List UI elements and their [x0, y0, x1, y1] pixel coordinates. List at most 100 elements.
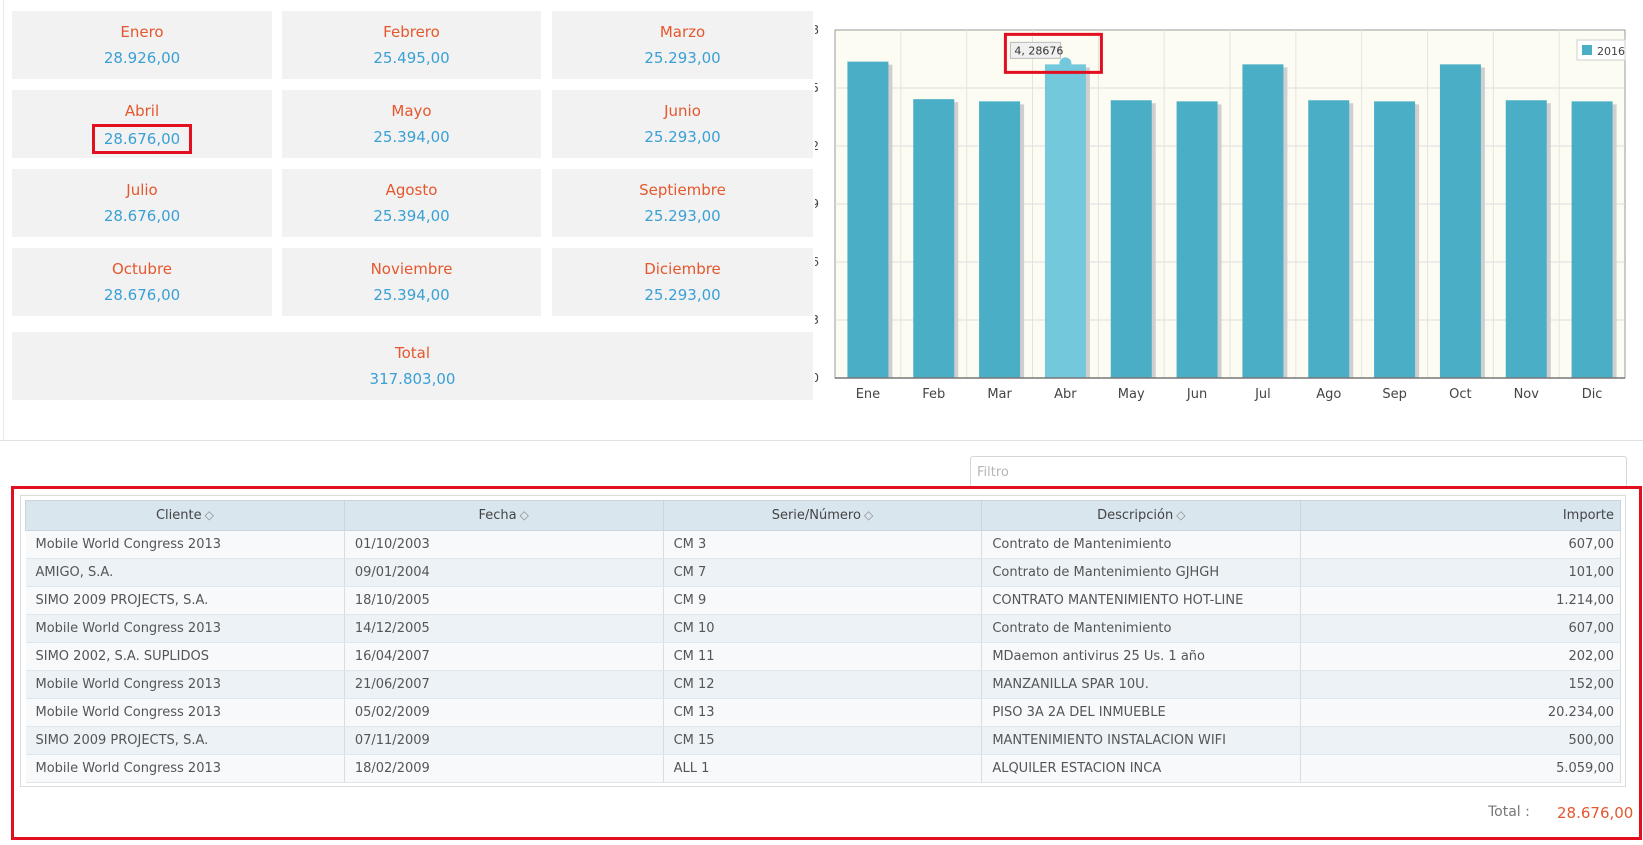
cell-cliente: Mobile World Congress 2013 — [25, 530, 345, 559]
x-tick-label: Sep — [1382, 387, 1407, 402]
bar-nov[interactable] — [1505, 100, 1547, 378]
table-row[interactable]: SIMO 2002, S.A. SUPLIDOS 16/04/2007 CM 11 M… — [25, 642, 1621, 671]
total-label: Total — [394, 344, 431, 362]
bar-ago[interactable] — [1308, 100, 1350, 378]
cell-cliente: SIMO 2002, S.A. SUPLIDOS — [25, 642, 345, 671]
table-row[interactable]: SIMO 2009 PROJECTS, S.A. 18/10/2005 CM 9 CO… — [25, 586, 1621, 615]
cell-descripcion: Contrato de Mantenimiento GJHGH — [981, 558, 1302, 587]
table-row[interactable]: SIMO 2009 PROJECTS, S.A. 07/11/2009 CM 15 M… — [25, 726, 1621, 755]
month-card-marzo: Marzo 25.293,00 — [552, 11, 813, 79]
column-header-serie[interactable]: Serie/Número ◇ — [662, 500, 983, 531]
month-value: 25.394,00 — [373, 286, 450, 304]
cell-descripcion: ALQUILER ESTACION INCA — [981, 754, 1302, 783]
cell-descripcion: Contrato de Mantenimiento — [981, 530, 1302, 559]
cell-serie: CM 15 — [663, 726, 983, 755]
month-label: Agosto — [385, 181, 438, 199]
table-row[interactable]: Mobile World Congress 2013 14/12/2005 CM 1… — [25, 614, 1621, 643]
bar-jul[interactable] — [1242, 64, 1284, 379]
invoice-table: Cliente ◇ Fecha ◇ Serie/Número ◇ Descripció… — [25, 500, 1621, 783]
cell-serie: CM 11 — [663, 642, 983, 671]
table-row[interactable]: Mobile World Congress 2013 21/06/2007 CM 1… — [25, 670, 1621, 699]
table-row[interactable]: AMIGO, S.A. 09/01/2004 CM 7 Contrato de Man… — [25, 558, 1621, 587]
column-header-fecha[interactable]: Fecha ◇ — [343, 500, 664, 531]
x-tick-label: Oct — [1449, 387, 1471, 402]
column-label: Importe — [1562, 508, 1614, 523]
sort-icon[interactable]: ◇ — [864, 508, 873, 522]
highlight-point — [1059, 57, 1072, 70]
bar-mar[interactable] — [979, 101, 1021, 378]
month-value: 28.676,00 — [92, 124, 192, 154]
bar-ene[interactable] — [847, 61, 889, 378]
x-tick-label: Abr — [1054, 387, 1077, 402]
cell-cliente: Mobile World Congress 2013 — [25, 698, 345, 727]
bar-oct[interactable] — [1439, 64, 1481, 379]
bar-feb[interactable] — [913, 99, 955, 379]
month-card-diciembre: Diciembre 25.293,00 — [552, 248, 813, 316]
column-label: Descripción — [1097, 508, 1174, 523]
cell-cliente: SIMO 2009 PROJECTS, S.A. — [25, 586, 345, 615]
column-header-descripcion[interactable]: Descripción ◇ — [981, 500, 1302, 531]
month-card-abril: Abril 28.676,00 — [12, 90, 272, 158]
bar-jun[interactable] — [1176, 101, 1218, 378]
table-row[interactable]: Mobile World Congress 2013 05/02/2009 CM 1… — [25, 698, 1621, 727]
cell-serie: CM 7 — [663, 558, 983, 587]
cell-serie: CM 13 — [663, 698, 983, 727]
y-tick-label: 0 — [815, 371, 819, 385]
sort-icon[interactable]: ◇ — [1176, 508, 1185, 522]
x-tick-label: May — [1118, 387, 1145, 402]
cell-fecha: 05/02/2009 — [344, 698, 664, 727]
cell-fecha: 18/10/2005 — [344, 586, 664, 615]
x-tick-label: Jun — [1186, 387, 1207, 402]
x-tick-label: Jul — [1254, 387, 1271, 402]
left-border — [3, 0, 4, 440]
month-value: 25.293,00 — [644, 128, 721, 146]
bar-dic[interactable] — [1571, 101, 1613, 378]
cell-cliente: Mobile World Congress 2013 — [25, 670, 345, 699]
tooltip-text: 4, 28676 — [1014, 44, 1063, 57]
y-tick-label: 31818 — [815, 23, 819, 37]
bar-abr[interactable] — [1044, 64, 1086, 379]
legend-label: 2016 — [1597, 45, 1625, 58]
y-tick-label: 15909 — [815, 197, 819, 211]
sort-icon[interactable]: ◇ — [205, 508, 214, 522]
filter-input[interactable] — [970, 456, 1627, 488]
month-label: Septiembre — [639, 181, 726, 199]
cell-descripcion: MDaemon antivirus 25 Us. 1 año — [981, 642, 1302, 671]
cell-fecha: 14/12/2005 — [344, 614, 664, 643]
cell-serie: CM 12 — [663, 670, 983, 699]
table-total-value: 28.676,00 — [1557, 804, 1634, 822]
table-header-row: Cliente ◇ Fecha ◇ Serie/Número ◇ Descripció… — [25, 500, 1621, 531]
monthly-bar-chart[interactable]: 31818 26515 21212 15909 10606 5303 0 Ene Feb Mar A… — [781, 20, 1640, 420]
cell-fecha: 01/10/2003 — [344, 530, 664, 559]
column-label: Serie/Número — [771, 508, 861, 523]
cell-serie: CM 10 — [663, 614, 983, 643]
column-header-importe[interactable]: Importe — [1300, 500, 1621, 531]
bar-may[interactable] — [1110, 100, 1152, 378]
x-tick-label: Nov — [1514, 387, 1540, 402]
cell-cliente: AMIGO, S.A. — [25, 558, 345, 587]
table-row[interactable]: Mobile World Congress 2013 01/10/2003 CM 3… — [25, 530, 1621, 559]
month-label: Abril — [124, 102, 160, 120]
cell-importe: 101,00 — [1300, 558, 1621, 587]
month-value: 25.293,00 — [644, 286, 721, 304]
y-tick-label: 26515 — [815, 81, 819, 95]
month-card-agosto: Agosto 25.394,00 — [282, 169, 541, 237]
month-value: 25.394,00 — [373, 207, 450, 225]
month-card-octubre: Octubre 28.676,00 — [12, 248, 272, 316]
cell-importe: 607,00 — [1300, 614, 1621, 643]
x-tick-label: Mar — [987, 387, 1012, 402]
column-header-cliente[interactable]: Cliente ◇ — [25, 500, 345, 531]
sort-icon[interactable]: ◇ — [520, 508, 529, 522]
cell-fecha: 16/04/2007 — [344, 642, 664, 671]
cell-fecha: 18/02/2009 — [344, 754, 664, 783]
bar-sep[interactable] — [1374, 101, 1416, 378]
table-row[interactable]: Mobile World Congress 2013 18/02/2009 ALL … — [25, 754, 1621, 783]
cell-cliente: Mobile World Congress 2013 — [25, 754, 345, 783]
cell-importe: 500,00 — [1300, 726, 1621, 755]
cell-descripcion: PISO 3A 2A DEL INMUEBLE — [981, 698, 1302, 727]
month-value: 28.926,00 — [103, 49, 181, 67]
x-tick-label: Dic — [1582, 387, 1603, 402]
cell-serie: CM 3 — [663, 530, 983, 559]
cell-importe: 20.234,00 — [1300, 698, 1621, 727]
month-value: 25.293,00 — [644, 49, 721, 67]
